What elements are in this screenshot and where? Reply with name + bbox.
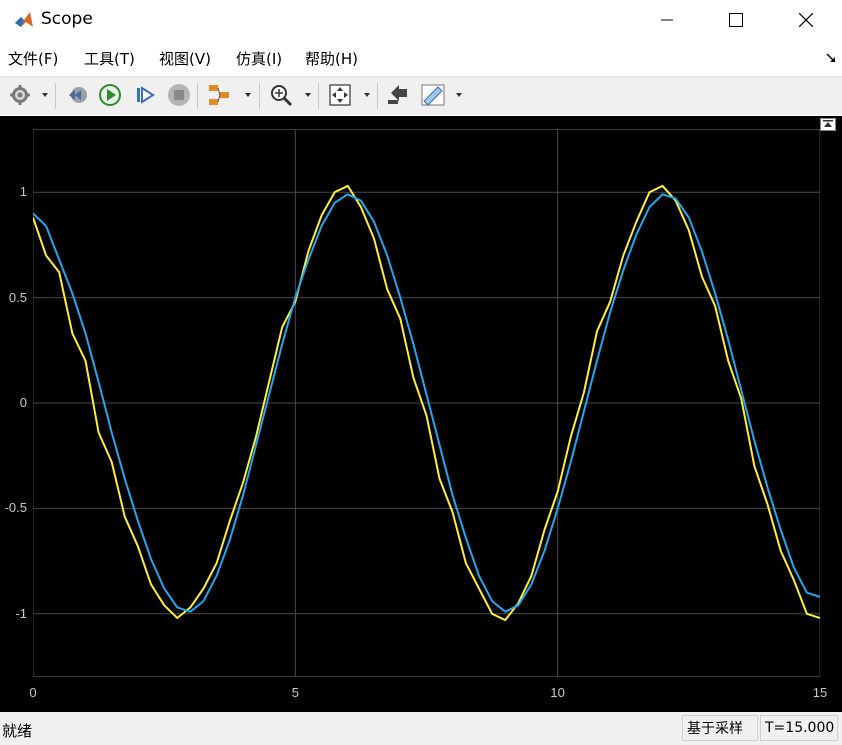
x-tick-label: 0 [29,685,37,700]
run-button[interactable] [97,82,123,108]
measurements-button[interactable] [420,82,446,108]
window-title: Scope [41,9,93,29]
signal-selector-icon [209,85,229,105]
menu-simulation[interactable]: 仿真(I) [236,48,282,69]
minimize-button[interactable] [644,0,690,40]
dock-arrow-icon[interactable] [826,53,836,63]
settings-dropdown-icon[interactable] [42,93,48,97]
sample-mode-label: 基于采样 [687,721,743,737]
stop-button[interactable] [166,82,192,108]
toolbar-separator [197,83,198,109]
measurements-icon [421,84,445,106]
toolbar-separator [377,83,378,109]
step-back-button[interactable] [64,82,90,108]
run-icon [99,84,121,106]
y-tick-label: -1 [15,605,27,621]
sim-time-indicator: T=15.000 [760,715,838,741]
step-forward-icon [137,86,155,104]
y-tick-label: -0.5 [4,500,27,516]
status-ready: 就绪 [2,722,33,740]
highlight-block-button[interactable] [384,82,410,108]
stop-icon [168,84,190,106]
measurements-dropdown-icon[interactable] [456,93,462,97]
settings-icon [10,85,30,105]
x-tick-label: 5 [291,685,299,700]
toolbar-separator [259,83,260,109]
settings-button[interactable] [7,82,33,108]
signal-selector-dropdown-icon[interactable] [245,93,251,97]
x-tick-label: 15 [812,685,828,700]
fit-to-view-icon [329,84,351,106]
y-tick-label: 0.5 [8,289,27,305]
maximize-icon [729,13,743,27]
menu-tools[interactable]: 工具(T) [84,48,135,69]
toolbar [0,76,842,115]
zoom-dropdown-icon[interactable] [305,93,311,97]
status-bar: 就绪 基于采样 T=15.000 [0,712,842,745]
menu-file[interactable]: 文件(F) [8,48,58,69]
zoom-icon [271,85,293,107]
close-button[interactable] [783,0,829,40]
signal-selector-button[interactable] [206,82,232,108]
highlight-block-icon [388,85,407,104]
x-tick-label: 10 [550,685,565,700]
step-forward-button[interactable] [132,82,158,108]
matlab-logo-icon [13,9,35,31]
sim-time-label: T=15.000 [765,720,835,736]
plot-axes[interactable] [33,129,820,677]
toolbar-separator [318,83,319,109]
zoom-button[interactable] [268,82,294,108]
menu-bar: 文件(F) 工具(T) 视图(V) 仿真(I) 帮助(H) [0,42,842,72]
minimize-icon [661,19,673,21]
y-tick-label: 1 [19,184,27,200]
menu-view[interactable]: 视图(V) [159,48,211,69]
sample-mode-indicator: 基于采样 [682,715,758,741]
toolbar-separator [55,83,56,109]
maximize-button[interactable] [713,0,759,40]
title-bar: Scope [0,0,842,40]
step-back-icon [69,87,87,103]
y-tick-label: 0 [19,395,27,410]
close-icon [799,13,813,27]
fit-to-view-button[interactable] [327,82,353,108]
undock-icon[interactable] [820,118,836,131]
fit-to-view-dropdown-icon[interactable] [364,93,370,97]
menu-help[interactable]: 帮助(H) [305,48,358,69]
